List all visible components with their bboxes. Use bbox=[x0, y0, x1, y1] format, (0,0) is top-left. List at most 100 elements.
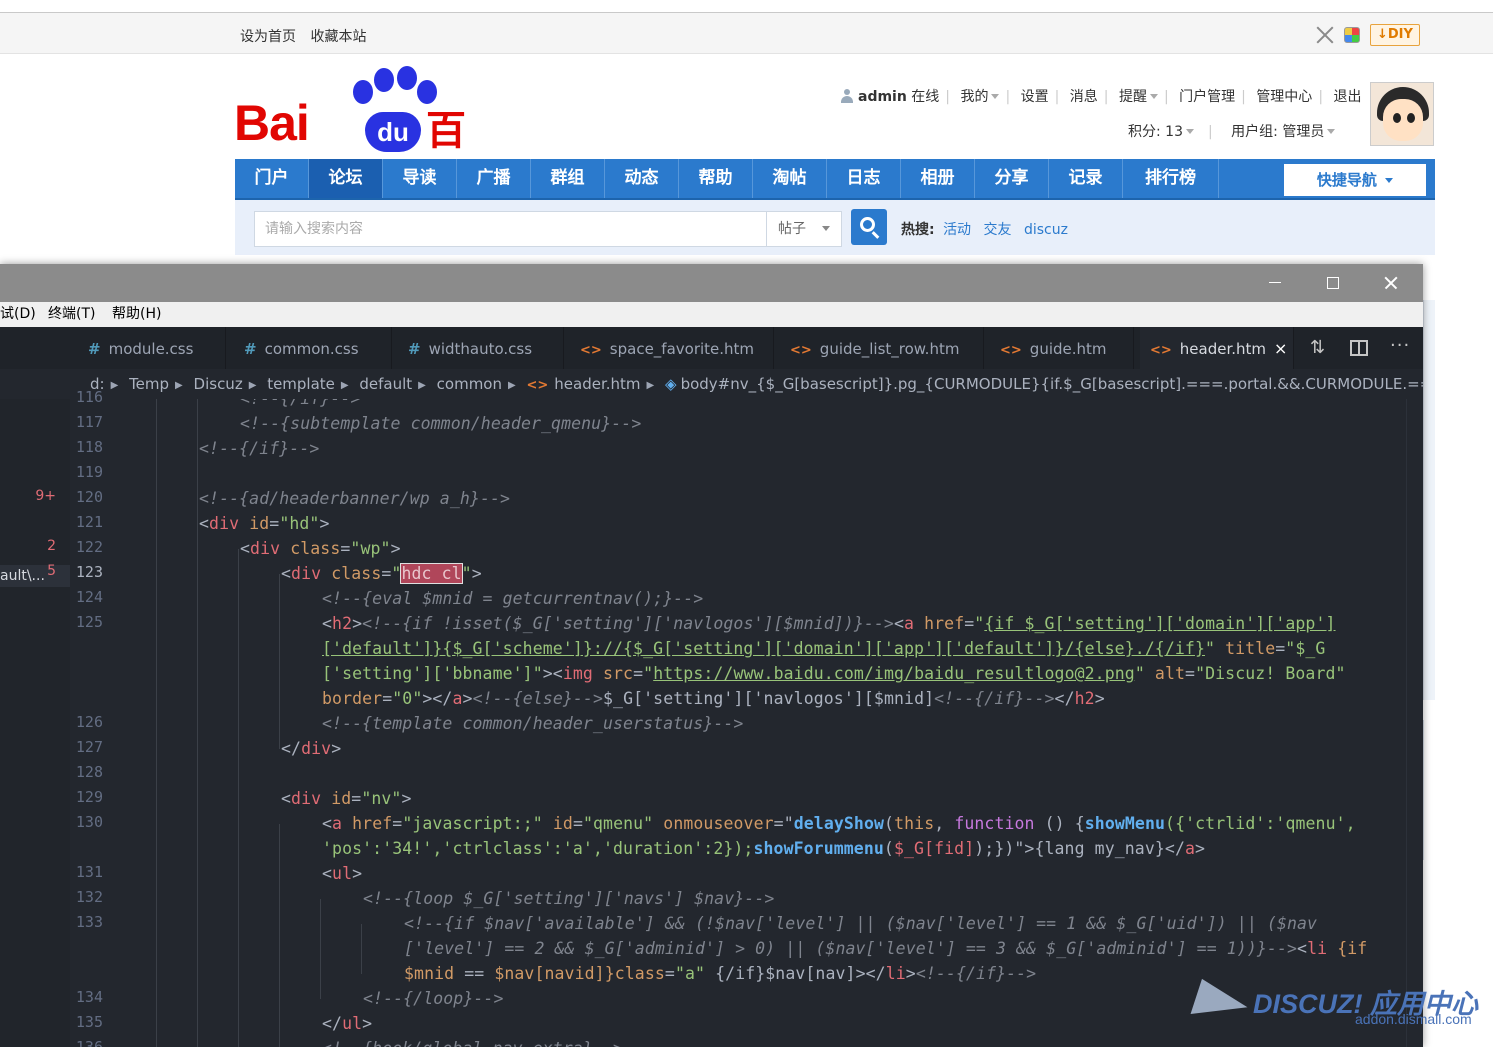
code-line: <!--{eval $mnid = getcurrentnav();}--> bbox=[322, 589, 704, 608]
line-number: 125 bbox=[75, 613, 103, 631]
nav-item-blog[interactable]: 日志 bbox=[827, 159, 901, 198]
menu-help[interactable]: 帮助(H) bbox=[112, 302, 161, 327]
bookmark-link[interactable]: 收藏本站 bbox=[310, 29, 366, 45]
admin-center-link[interactable]: 管理中心 bbox=[1256, 89, 1312, 105]
maximize-button[interactable] bbox=[1304, 264, 1362, 302]
problem-badge[interactable]: 5 bbox=[47, 563, 56, 579]
background-panel bbox=[1423, 720, 1435, 860]
nav-item-groups[interactable]: 群组 bbox=[531, 159, 605, 198]
menu-debug[interactable]: 试(D) bbox=[0, 302, 36, 327]
palette-icon[interactable] bbox=[1344, 27, 1360, 43]
nav-item-help[interactable]: 帮助 bbox=[679, 159, 753, 198]
messages-link[interactable]: 消息 bbox=[1070, 89, 1098, 105]
tab-label: header.htm bbox=[1179, 340, 1267, 358]
portal-admin-link[interactable]: 门户管理 bbox=[1179, 89, 1235, 105]
breadcrumb-item[interactable]: default bbox=[359, 375, 412, 393]
hot-search-item[interactable]: 活动 bbox=[943, 222, 971, 238]
nav-item-guide[interactable]: 导读 bbox=[383, 159, 457, 198]
tab-widthauto-css[interactable]: # widthauto.css bbox=[398, 327, 564, 369]
tab-space-favorite[interactable]: <> space_favorite.htm bbox=[570, 327, 774, 369]
open-changes-icon[interactable]: ⇅ bbox=[1310, 337, 1332, 359]
search-button[interactable] bbox=[851, 209, 887, 245]
line-number: 122 bbox=[75, 538, 103, 556]
reminders-menu[interactable]: 提醒 bbox=[1119, 89, 1147, 105]
close-window-button[interactable] bbox=[1362, 264, 1420, 302]
breadcrumb-item[interactable]: body#nv_{$_G[basescript]}.pg_{CURMODULE}… bbox=[681, 375, 1423, 393]
hot-search-item[interactable]: 交友 bbox=[984, 222, 1012, 238]
code-line: <!--{loop $_G['setting']['navs'] $nav}--… bbox=[363, 889, 775, 908]
tab-guide[interactable]: <> guide.htm bbox=[990, 327, 1134, 369]
breadcrumb-item[interactable]: template bbox=[267, 375, 335, 393]
problem-badge[interactable]: 9+ bbox=[35, 488, 56, 504]
usergroup-menu[interactable]: 用户组: 管理员 bbox=[1231, 124, 1324, 140]
nav-item-feed[interactable]: 动态 bbox=[605, 159, 679, 198]
line-number: 117 bbox=[75, 413, 103, 431]
search-type-select[interactable]: 帖子 bbox=[766, 211, 842, 247]
settings-link[interactable]: 设置 bbox=[1021, 89, 1049, 105]
minimize-icon bbox=[1269, 282, 1281, 283]
nav-item-records[interactable]: 记录 bbox=[1049, 159, 1123, 198]
line-number: 136 bbox=[75, 1038, 103, 1047]
search-input[interactable] bbox=[255, 212, 765, 246]
nav-item-broadcast[interactable]: 广播 bbox=[457, 159, 531, 198]
code-line: ['setting']['bbname']"><img src="https:/… bbox=[322, 664, 1346, 683]
discuz-watermark: DISCUZ! 应用中心 addon.dismall.com bbox=[1190, 978, 1493, 1040]
tab-module-css[interactable]: # module.css bbox=[78, 327, 226, 369]
minimize-button[interactable] bbox=[1246, 264, 1304, 302]
tab-label: common.css bbox=[264, 340, 359, 358]
element-icon: ◈ bbox=[665, 375, 677, 393]
editor-scrollbar[interactable] bbox=[1406, 399, 1423, 1047]
code-line: ['default']}{$_G['scheme']}://{$_G['sett… bbox=[322, 639, 1326, 658]
baidu-logo[interactable]: Bai du 百度 bbox=[234, 66, 494, 212]
code-editor[interactable]: <!--{/if}--> <!--{subtemplate common/hea… bbox=[116, 399, 1406, 1047]
fullscreen-icon[interactable] bbox=[1316, 26, 1334, 44]
nav-item-ranking[interactable]: 排行榜 bbox=[1123, 159, 1219, 198]
more-actions-icon[interactable]: ··· bbox=[1390, 337, 1412, 359]
line-number: 130 bbox=[75, 813, 103, 831]
tab-label: module.css bbox=[108, 340, 194, 358]
tab-header[interactable]: <> header.htm × bbox=[1140, 327, 1294, 369]
diy-button[interactable]: ↓DIY bbox=[1370, 24, 1420, 46]
chevron-down-icon bbox=[1185, 129, 1194, 134]
code-line: <h2><!--{if !isset($_G['setting']['navlo… bbox=[322, 614, 1336, 633]
breadcrumb-item[interactable]: Temp bbox=[129, 375, 169, 393]
html-file-icon: <> bbox=[526, 378, 549, 393]
avatar[interactable] bbox=[1370, 82, 1434, 146]
html-file-icon: <> bbox=[1150, 343, 1172, 358]
code-line: 'pos':'34!','ctrlclass':'a','duration':2… bbox=[322, 839, 1206, 858]
nav-item-portal[interactable]: 门户 bbox=[235, 159, 309, 198]
split-editor-icon[interactable] bbox=[1350, 337, 1372, 359]
breadcrumb: d: ▶ Temp ▶ Discuz ▶ template ▶ default ▶ com… bbox=[0, 369, 1423, 399]
breadcrumb-item[interactable]: header.htm bbox=[554, 375, 640, 393]
points-menu[interactable]: 积分: 13 bbox=[1128, 124, 1183, 140]
line-number: 123 bbox=[75, 563, 103, 581]
logo-latin: Bai bbox=[234, 95, 310, 151]
my-menu[interactable]: 我的 bbox=[960, 89, 988, 105]
tab-guide-list-row[interactable]: <> guide_list_row.htm bbox=[780, 327, 984, 369]
nav-item-album[interactable]: 相册 bbox=[901, 159, 975, 198]
tab-close-icon[interactable]: × bbox=[1274, 339, 1287, 358]
nav-item-share[interactable]: 分享 bbox=[975, 159, 1049, 198]
username-link[interactable]: admin bbox=[858, 89, 907, 105]
line-number: 116 bbox=[75, 388, 103, 406]
code-line: <!--{template common/header_userstatus}-… bbox=[322, 714, 744, 733]
nav-item-collection[interactable]: 淘帖 bbox=[753, 159, 827, 198]
breadcrumb-item[interactable]: Discuz bbox=[194, 375, 243, 393]
nav-item-forum[interactable]: 论坛 bbox=[309, 159, 383, 198]
breadcrumb-item[interactable]: common bbox=[437, 375, 502, 393]
line-number: 133 bbox=[75, 913, 103, 931]
user-stats: 积分: 13 | 用户组: 管理员 bbox=[1128, 121, 1336, 141]
line-number: 134 bbox=[75, 988, 103, 1006]
quick-nav-label: 快捷导航 bbox=[1316, 171, 1377, 189]
problem-badge[interactable]: 2 bbox=[47, 538, 56, 554]
tab-common-css[interactable]: # common.css bbox=[234, 327, 392, 369]
quick-nav-button[interactable]: 快捷导航 bbox=[1284, 164, 1426, 196]
online-status[interactable]: 在线 bbox=[911, 89, 939, 105]
chevron-down-icon bbox=[1385, 178, 1394, 183]
line-number: 120 bbox=[75, 488, 103, 506]
line-number: 127 bbox=[75, 738, 103, 756]
set-homepage-link[interactable]: 设为首页 bbox=[240, 29, 296, 45]
hot-search-item[interactable]: discuz bbox=[1024, 222, 1068, 238]
logout-link[interactable]: 退出 bbox=[1333, 89, 1361, 105]
menu-terminal[interactable]: 终端(T) bbox=[48, 302, 95, 327]
